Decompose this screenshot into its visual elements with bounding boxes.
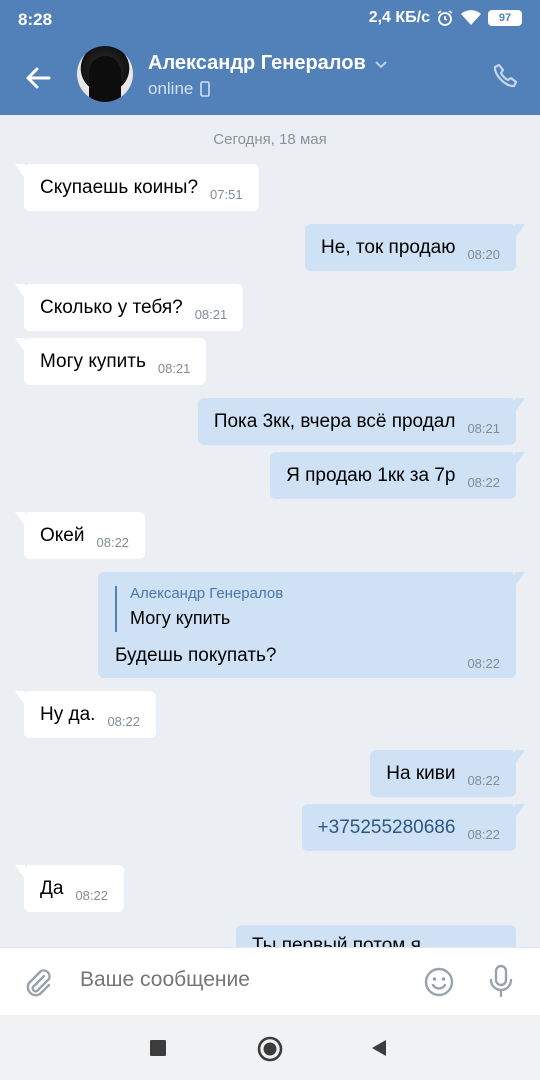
message-time: 08:22: [467, 656, 500, 671]
message-text: Будешь покупать?: [115, 645, 277, 666]
phone-icon[interactable]: [492, 62, 520, 90]
quote-bar: [115, 586, 117, 632]
message-incoming[interactable]: Могу купить 08:21: [14, 338, 207, 385]
app-bar: 8:28 2,4 КБ/с 97 Александр Генералов onl…: [0, 0, 540, 115]
home-button-icon[interactable]: [257, 1036, 283, 1062]
status-bar: 8:28 2,4 КБ/с 97: [0, 0, 540, 38]
wifi-icon: [461, 10, 481, 25]
battery-icon: 97: [488, 10, 522, 26]
system-nav-bar: [0, 1015, 540, 1080]
chevron-down-icon: [375, 60, 387, 68]
quote-author[interactable]: Александр Генералов: [130, 585, 283, 602]
back-arrow-icon[interactable]: [22, 62, 54, 94]
contact-status: online: [148, 79, 211, 99]
message-incoming[interactable]: Скупаешь коины? 07:51: [15, 164, 259, 211]
message-outgoing-reply[interactable]: Александр Генералов Могу купить Будешь п…: [98, 572, 525, 678]
alarm-icon: [437, 10, 453, 26]
avatar[interactable]: [77, 46, 133, 102]
paperclip-icon[interactable]: [22, 966, 54, 998]
message-incoming[interactable]: Сколько у тебя? 08:21: [14, 284, 244, 331]
quote-text[interactable]: Могу купить: [130, 608, 230, 629]
microphone-icon[interactable]: [486, 964, 516, 998]
message-outgoing[interactable]: +375255280686 08:22: [301, 804, 526, 851]
recents-button-icon[interactable]: [149, 1039, 167, 1057]
message-outgoing[interactable]: На киви 08:22: [370, 750, 525, 797]
message-outgoing[interactable]: Не, ток продаю 08:20: [305, 224, 525, 271]
message-incoming[interactable]: Да 08:22: [15, 865, 124, 912]
message-input[interactable]: [80, 968, 380, 992]
message-incoming[interactable]: Ну да. 08:22: [15, 691, 156, 738]
contact-name[interactable]: Александр Генералов: [148, 52, 388, 75]
message-outgoing[interactable]: Ты первый потом я: [236, 925, 516, 947]
message-list[interactable]: Сегодня, 18 мая Скупаешь коины? 07:51 Не,…: [0, 115, 540, 947]
network-speed: 2,4 КБ/с: [368, 9, 430, 26]
message-outgoing[interactable]: Пока 3кк, вчера всё продал 08:21: [197, 398, 526, 445]
smile-icon[interactable]: [423, 966, 455, 998]
status-time: 8:28: [18, 10, 53, 29]
back-button-icon[interactable]: [370, 1039, 388, 1057]
mobile-device-icon: [200, 81, 211, 97]
date-separator: Сегодня, 18 мая: [213, 131, 327, 148]
phone-link[interactable]: +375255280686: [318, 817, 456, 839]
message-composer: [0, 947, 540, 1015]
message-incoming[interactable]: Окей 08:22: [14, 512, 146, 559]
message-outgoing[interactable]: Я продаю 1кк за 7р 08:22: [270, 452, 525, 499]
